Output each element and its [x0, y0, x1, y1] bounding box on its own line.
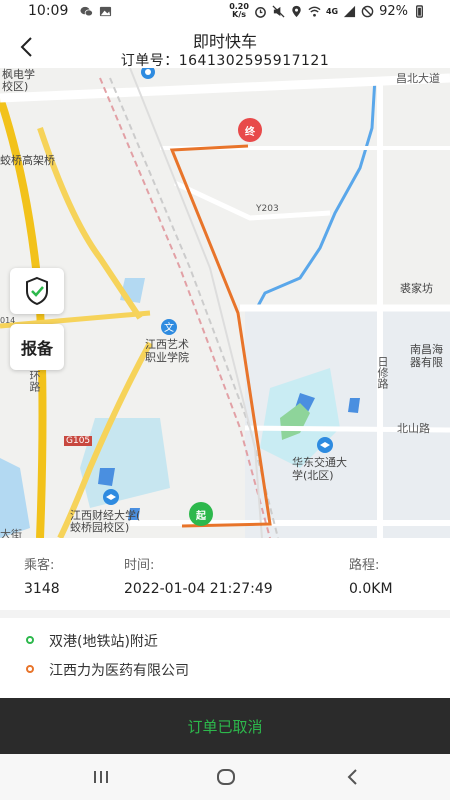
safety-shield-button[interactable]: [10, 268, 64, 314]
distance-label: 路程:: [349, 558, 380, 573]
app-header: 即时快车 订单号：1641302595917121: [0, 24, 450, 69]
status-bar: 10:09 0.20 K/s 4G 92%: [0, 0, 450, 24]
mute-icon: [272, 4, 285, 18]
back-nav-icon[interactable]: [341, 765, 365, 789]
time-info: 时间: 2022-01-04 21:27:49: [124, 554, 273, 597]
page-title: 即时快车: [192, 32, 257, 51]
map-label: 昌北大道: [396, 72, 440, 85]
location-pin-icon: [141, 68, 155, 79]
passenger-label: 乘客:: [24, 558, 55, 573]
school-icon: 文: [161, 319, 177, 335]
map-label: 日修路: [376, 356, 389, 389]
map-label: 裘家坊: [400, 282, 433, 295]
school-icon: [103, 489, 119, 505]
start-dot-icon: [26, 636, 34, 644]
network-type: 4G: [325, 6, 339, 16]
distance-value: 0.0KM: [349, 581, 393, 597]
map-label: 华东交通大 学(北区): [292, 456, 347, 482]
map-label: 江西艺术 职业学院: [145, 338, 189, 364]
end-marker[interactable]: 终: [238, 118, 262, 142]
start-address: 双港(地铁站)附近: [49, 634, 158, 650]
start-marker[interactable]: 起: [189, 502, 213, 526]
order-status-banner: 订单已取消: [0, 698, 450, 754]
passenger-value: 3148: [24, 581, 60, 597]
end-address: 江西力为医药有限公司: [49, 663, 189, 679]
end-address-row: 江西力为医药有限公司: [0, 655, 450, 685]
system-nav-bar: [0, 754, 450, 800]
map-label: 江西财经大学( 蛟桥园校区): [70, 509, 141, 534]
time-value: 2022-01-04 21:27:49: [124, 581, 273, 597]
map-label: G105: [64, 436, 93, 446]
passenger-info: 乘客: 3148: [24, 554, 60, 597]
map-label: 蛟桥高架桥: [0, 154, 55, 167]
trip-info-panel: 乘客: 3148 时间: 2022-01-04 21:27:49 路程: 0.0…: [0, 538, 450, 610]
do-not-disturb-icon: [361, 5, 374, 17]
wechat-icon: [80, 6, 93, 17]
status-time: 10:09: [28, 3, 69, 19]
recent-apps-icon[interactable]: [89, 765, 113, 789]
distance-info: 路程: 0.0KM: [349, 554, 393, 597]
location-icon: [292, 5, 301, 17]
start-address-row: 双港(地铁站)附近: [0, 626, 450, 656]
home-icon[interactable]: [214, 765, 238, 789]
map-label: 环路: [28, 370, 41, 392]
section-divider: [0, 610, 450, 618]
wifi-icon: [308, 6, 321, 17]
map-label: 北山路: [397, 422, 430, 435]
network-speed: 0.20 K/s: [229, 2, 249, 19]
svg-text:文: 文: [164, 321, 174, 334]
shield-check-icon: [26, 276, 48, 306]
order-number: 订单号：1641302595917121: [120, 53, 330, 69]
battery-icon: [416, 4, 423, 18]
report-button[interactable]: 报备: [10, 324, 64, 370]
end-dot-icon: [26, 665, 34, 673]
map-canvas: [0, 68, 450, 538]
route-map[interactable]: 枫电学 校区) 昌北大道 蛟桥高架桥 Y203 裘家坊 014 环路 江西艺术 …: [0, 68, 450, 538]
map-label: 南昌海 器有限: [410, 343, 443, 369]
time-label: 时间:: [124, 558, 155, 573]
battery-percent: 92%: [379, 3, 408, 19]
map-label: Y203: [256, 204, 279, 214]
school-icon: [317, 437, 333, 453]
map-label: 大街: [0, 528, 22, 538]
map-label: 校区): [2, 80, 29, 93]
alarm-icon: [255, 6, 266, 18]
image-icon: [99, 6, 112, 17]
signal-icon: [344, 5, 356, 17]
